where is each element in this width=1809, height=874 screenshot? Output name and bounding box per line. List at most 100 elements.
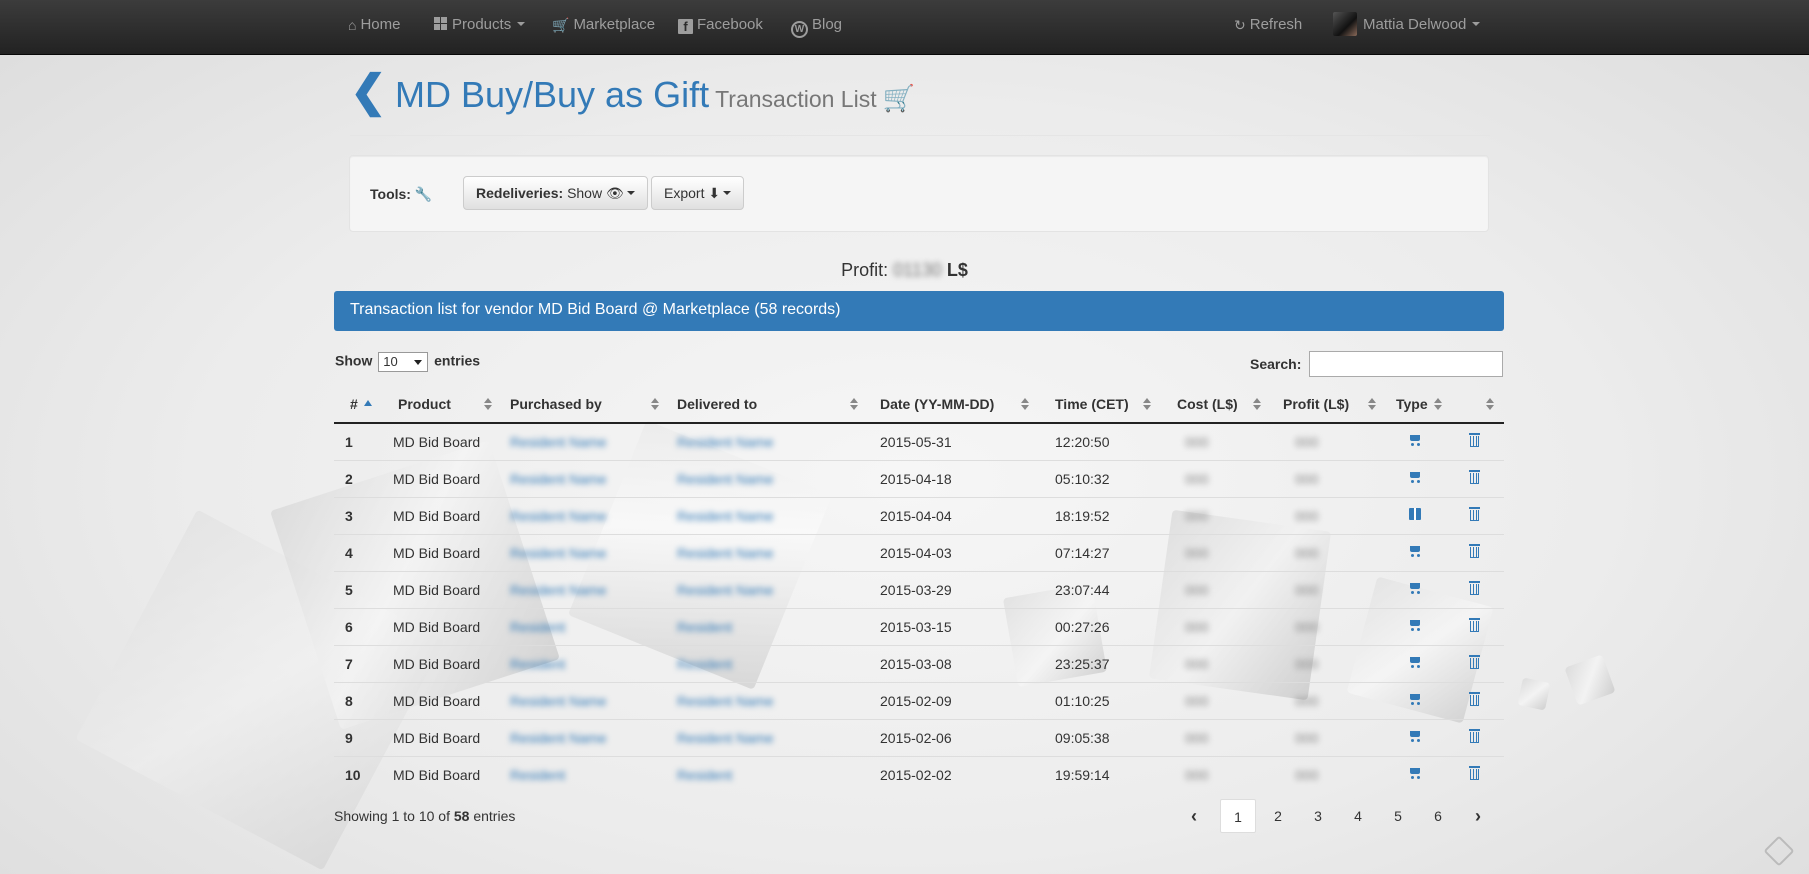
row-delete[interactable] — [1444, 570, 1504, 608]
row-purchased-by[interactable]: Resident Name — [502, 422, 669, 460]
cart-icon — [1408, 693, 1422, 705]
page-link[interactable]: 2 — [1260, 799, 1296, 833]
row-delivered-to[interactable]: Resident Name — [669, 422, 868, 460]
trash-icon[interactable] — [1468, 691, 1480, 706]
trash-icon[interactable] — [1468, 765, 1480, 780]
row-delivered-to[interactable]: Resident Name — [669, 459, 868, 497]
nav-home[interactable]: ⌂ Home — [348, 0, 400, 50]
row-delete[interactable] — [1444, 718, 1504, 756]
column-header-purchased-by[interactable]: Purchased by — [502, 386, 669, 424]
row-delete[interactable] — [1444, 422, 1504, 460]
nav-products[interactable]: Products — [434, 0, 526, 50]
row-delivered-to[interactable]: Resident — [669, 644, 868, 682]
row-delivered-to[interactable]: Resident — [669, 755, 868, 793]
column-header-profit[interactable]: Profit (L$) — [1271, 386, 1386, 424]
row-delivered-to[interactable]: Resident — [669, 607, 868, 645]
row-delete[interactable] — [1444, 496, 1504, 534]
info-prefix: Showing 1 to 10 of — [334, 808, 450, 824]
row-purchased-by[interactable]: Resident Name — [502, 533, 669, 571]
row-delete[interactable] — [1444, 644, 1504, 682]
row-profit-value: 000 — [1295, 618, 1319, 635]
row-delivered-to[interactable]: Resident Name — [669, 570, 868, 608]
row-delivered-to[interactable]: Resident Name — [669, 533, 868, 571]
row-cost-value: 000 — [1185, 655, 1209, 672]
row-purchased-by[interactable]: Resident — [502, 755, 669, 793]
nav-user-menu[interactable]: Mattia Delwood — [1333, 0, 1481, 50]
row-profit-value: 000 — [1295, 507, 1319, 524]
row-time: 23:07:44 — [1039, 570, 1161, 608]
trash-icon[interactable] — [1468, 617, 1480, 632]
column-header-date[interactable]: Date (YY-MM-DD) — [868, 386, 1039, 424]
row-purchased-by[interactable]: Resident — [502, 607, 669, 645]
table-row: 10 MD Bid Board Resident Resident 2015-02-02… — [334, 755, 1504, 793]
trash-icon[interactable] — [1468, 469, 1480, 484]
row-type — [1386, 533, 1444, 571]
row-type — [1386, 644, 1444, 682]
trash-icon[interactable] — [1468, 580, 1480, 595]
page-link[interactable]: 1 — [1220, 799, 1256, 833]
column-header-cost[interactable]: Cost (L$) — [1161, 386, 1271, 424]
sort-icon — [1486, 398, 1494, 412]
chevron-down-icon — [723, 191, 732, 195]
sort-icon — [1368, 398, 1376, 412]
column-header-actions[interactable] — [1444, 386, 1504, 424]
row-delivered-to[interactable]: Resident Name — [669, 718, 868, 756]
row-purchased-by[interactable]: Resident Name — [502, 718, 669, 756]
prev-page-icon[interactable]: ‹ — [1176, 799, 1212, 833]
nav-marketplace[interactable]: 🛒 Marketplace — [552, 0, 655, 50]
row-product: MD Bid Board — [382, 533, 502, 571]
page-link[interactable]: 3 — [1300, 799, 1336, 833]
column-header-product[interactable]: Product — [382, 386, 502, 424]
row-delivered-to[interactable]: Resident Name — [669, 496, 868, 534]
redeliveries-button[interactable]: Redeliveries: Show 👁 — [463, 176, 648, 210]
row-purchased-by[interactable]: Resident Name — [502, 459, 669, 497]
row-delivered-to-name: Resident Name — [677, 581, 774, 598]
row-delete[interactable] — [1444, 607, 1504, 645]
row-delete[interactable] — [1444, 459, 1504, 497]
export-button[interactable]: Export ⬇ — [651, 176, 745, 210]
column-header-time[interactable]: Time (CET) — [1039, 386, 1161, 424]
column-header-number[interactable]: # — [334, 386, 382, 424]
trash-icon[interactable] — [1468, 728, 1480, 743]
table-header-row: # Product Purchased by Delivered to Date… — [334, 386, 1504, 424]
row-number: 5 — [334, 570, 382, 608]
nav-refresh[interactable]: ↻ Refresh — [1234, 0, 1302, 50]
row-product: MD Bid Board — [382, 607, 502, 645]
row-purchased-by[interactable]: Resident Name — [502, 496, 669, 534]
page-link[interactable]: 4 — [1340, 799, 1376, 833]
nav-facebook[interactable]: f Facebook — [678, 0, 763, 50]
table-row: 8 MD Bid Board Resident Name Resident Name 2… — [334, 681, 1504, 719]
column-header-label: Date (YY-MM-DD) — [880, 396, 995, 412]
row-purchased-by[interactable]: Resident — [502, 644, 669, 682]
chevron-down-icon — [517, 22, 526, 26]
trash-icon[interactable] — [1468, 506, 1480, 521]
column-header-type[interactable]: Type — [1386, 386, 1444, 424]
row-date: 2015-03-08 — [868, 644, 1039, 682]
row-number: 7 — [334, 644, 382, 682]
row-delivered-to[interactable]: Resident Name — [669, 681, 868, 719]
nav-blog[interactable]: W Blog — [791, 0, 842, 50]
row-purchased-by-name: Resident Name — [510, 581, 607, 598]
column-header-delivered-to[interactable]: Delivered to — [669, 386, 868, 424]
profit-summary: Profit: 01130 L$ — [0, 260, 1809, 281]
row-delete[interactable] — [1444, 681, 1504, 719]
table-info: Showing 1 to 10 of 58 entries — [334, 808, 515, 824]
row-purchased-by[interactable]: Resident Name — [502, 570, 669, 608]
trash-icon[interactable] — [1468, 432, 1480, 447]
row-number: 6 — [334, 607, 382, 645]
row-delete[interactable] — [1444, 533, 1504, 571]
next-page-icon[interactable]: › — [1460, 799, 1496, 833]
back-icon[interactable]: ❮ — [350, 70, 387, 114]
row-purchased-by[interactable]: Resident Name — [502, 681, 669, 719]
trash-icon[interactable] — [1468, 543, 1480, 558]
row-delivered-to-name: Resident — [677, 655, 733, 672]
trash-icon[interactable] — [1468, 654, 1480, 669]
search-input[interactable] — [1309, 351, 1503, 377]
row-product: MD Bid Board — [382, 755, 502, 793]
page-link[interactable]: 6 — [1420, 799, 1456, 833]
row-delivered-to-name: Resident Name — [677, 544, 774, 561]
row-delete[interactable] — [1444, 755, 1504, 793]
sort-icon — [1434, 398, 1442, 412]
page-link[interactable]: 5 — [1380, 799, 1416, 833]
page-size-select[interactable]: 10 — [378, 352, 429, 372]
